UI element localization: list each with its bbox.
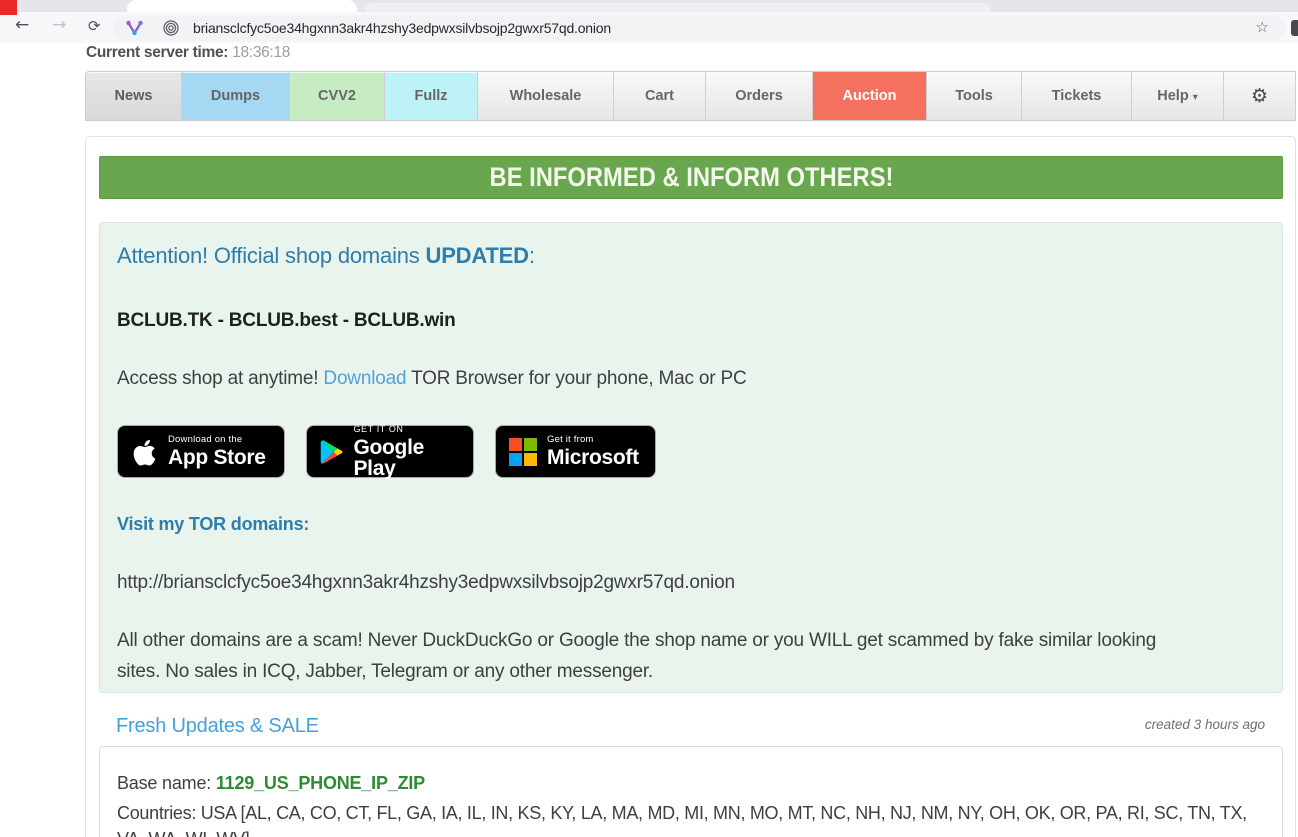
info-banner-text: BE INFORMED & INFORM OTHERS! [489,162,893,193]
badge-line2: App Store [168,447,266,468]
tab-fullz[interactable]: Fullz [385,71,478,121]
attention-heading-suffix: : [529,243,535,268]
chevron-down-icon: ▾ [1193,92,1198,103]
scam-warning-line1: All other domains are a scam! Never Duck… [117,625,1156,656]
forward-button[interactable]: → [52,15,66,35]
badge-line1: Download on the [168,435,266,445]
access-suffix: TOR Browser for your phone, Mac or PC [406,368,746,389]
onion-site-icon [163,20,179,36]
browser-window: ← → ⟳ briansclcfyc5oe34hgxnn3akr4hzshy3e… [0,0,1298,837]
download-link[interactable]: Download [323,368,406,389]
gear-icon: ⚙ [1251,85,1268,107]
apple-icon [131,436,158,467]
content-panel: BE INFORMED & INFORM OTHERS! Attention! … [85,136,1296,837]
reload-button[interactable]: ⟳ [88,17,101,35]
browser-active-tab[interactable] [127,0,357,12]
tab-tools[interactable]: Tools [927,71,1022,121]
server-time-value: 18:36:18 [232,44,290,61]
attention-heading: Attention! Official shop domains UPDATED… [117,243,535,269]
url-text[interactable]: briansclcfyc5oe34hgxnn3akr4hzshy3edpwxsi… [193,20,611,36]
badge-line2: Google Play [353,437,460,479]
created-timestamp: created 3 hours ago [1145,717,1265,732]
scam-warning-line2: sites. No sales in ICQ, Jabber, Telegram… [117,656,1156,687]
browser-inactive-tab[interactable] [365,3,990,12]
base-name-line: Base name: 1129_US_PHONE_IP_ZIP [117,773,425,794]
shop-domains: BCLUB.TK - BCLUB.best - BCLUB.win [117,310,456,332]
back-button[interactable]: ← [15,15,29,35]
badge-line1: Get it from [547,435,639,445]
tab-help[interactable]: Help ▾ [1132,71,1224,121]
window-edge-icon [1291,20,1298,36]
server-time: Current server time: 18:36:18 [86,44,290,62]
microsoft-icon [509,438,537,466]
tab-auction[interactable]: Auction [813,71,927,121]
fresh-updates-link[interactable]: Fresh Updates & SALE [116,715,319,737]
updates-header: Fresh Updates & SALE created 3 hours ago [116,715,1268,738]
recording-indicator [0,0,17,15]
tab-news[interactable]: News [85,71,182,121]
info-banner: BE INFORMED & INFORM OTHERS! [99,156,1283,199]
tab-dumps[interactable]: Dumps [182,71,290,121]
tor-domains-heading: Visit my TOR domains: [117,514,309,535]
countries-line2: VA, WA, WI, WV] [117,826,1247,837]
tab-cvv2[interactable]: CVV2 [290,71,385,121]
tab-tickets[interactable]: Tickets [1022,71,1132,121]
store-badges: Download on the App Store GET IT ON Google… [117,425,656,478]
tab-settings[interactable]: ⚙ [1224,71,1296,121]
countries-line1: Countries: USA [AL, CA, CO, CT, FL, GA, … [117,800,1247,826]
tor-circuit-icon[interactable] [126,20,143,36]
address-bar[interactable]: briansclcfyc5oe34hgxnn3akr4hzshy3edpwxsi… [113,15,1285,41]
browser-tab-strip [0,0,1298,12]
badge-line2: Microsoft [547,447,639,468]
base-update-card: Base name: 1129_US_PHONE_IP_ZIP Countrie… [99,746,1283,837]
base-name-value[interactable]: 1129_US_PHONE_IP_ZIP [216,773,425,793]
google-play-icon [320,438,343,466]
tab-wholesale[interactable]: Wholesale [478,71,614,121]
tab-help-label: Help [1157,88,1188,104]
attention-heading-updated: UPDATED [426,243,529,268]
badge-line1: GET IT ON [353,425,460,434]
server-time-label: Current server time: [86,44,228,61]
base-name-label: Base name: [117,773,216,793]
microsoft-badge[interactable]: Get it from Microsoft [495,425,656,478]
tab-cart[interactable]: Cart [614,71,706,121]
browser-toolbar: ← → ⟳ briansclcfyc5oe34hgxnn3akr4hzshy3e… [0,12,1298,43]
access-prefix: Access shop at anytime! [117,368,323,389]
bookmark-star-icon[interactable]: ☆ [1256,18,1269,36]
countries-line: Countries: USA [AL, CA, CO, CT, FL, GA, … [117,800,1247,837]
attention-heading-prefix: Attention! Official shop domains [117,243,426,268]
app-store-badge[interactable]: Download on the App Store [117,425,285,478]
scam-warning: All other domains are a scam! Never Duck… [117,625,1156,687]
onion-url: http://briansclcfyc5oe34hgxnn3akr4hzshy3… [117,572,735,594]
attention-box: Attention! Official shop domains UPDATED… [99,222,1283,693]
access-line: Access shop at anytime! Download TOR Bro… [117,368,747,390]
main-navigation: News Dumps CVV2 Fullz Wholesale Cart Ord… [85,71,1297,121]
tab-orders[interactable]: Orders [706,71,813,121]
google-play-badge[interactable]: GET IT ON Google Play [306,425,474,478]
